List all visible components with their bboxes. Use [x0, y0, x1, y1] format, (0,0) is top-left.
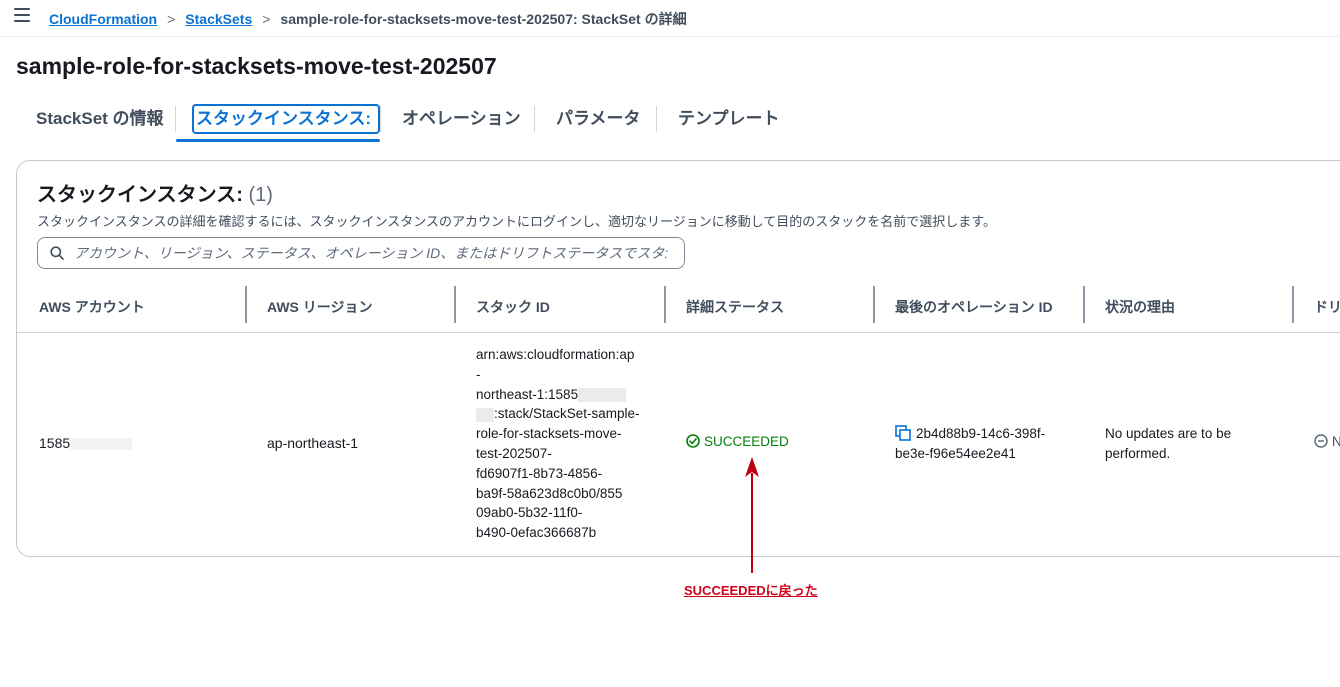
breadcrumb-cloudformation[interactable]: CloudFormation	[49, 11, 157, 27]
annotation-arrow-icon	[745, 457, 759, 573]
column-resize-handle[interactable]	[1292, 286, 1294, 323]
stack-instances-panel: スタックインスタンス: (1) スタックインスタンスの詳細を確認するには、スタッ…	[16, 160, 1340, 557]
redacted-mask	[70, 438, 133, 451]
tab-template[interactable]: テンプレート	[678, 102, 780, 138]
tab-divider	[380, 106, 381, 132]
copy-icon[interactable]	[895, 425, 911, 441]
account-id: 1585	[39, 435, 71, 451]
tab-stack-instances[interactable]: スタックインスタンス:	[196, 102, 371, 138]
tab-stackset-info[interactable]: StackSet の情報	[36, 102, 164, 138]
status-text: SUCCEEDED	[704, 434, 789, 449]
column-header-drift[interactable]: ドリ	[1314, 297, 1340, 317]
active-tab-indicator	[176, 139, 380, 142]
tab-divider	[175, 106, 176, 132]
breadcrumb-current: sample-role-for-stacksets-move-test-2025…	[280, 11, 687, 27]
chevron-right-icon: >	[262, 11, 271, 27]
stack-id-line: role-for-stacksets-move-	[476, 426, 622, 442]
stack-id-line: 09ab0-5b32-11f0-	[476, 505, 583, 521]
column-header-status-reason[interactable]: 状況の理由	[1105, 297, 1175, 317]
tab-bar: StackSet の情報 スタックインスタンス: オペレーション パラメータ テ…	[16, 102, 1340, 142]
cell-operation-id: 2b4d88b9-14c6-398f-be3e-f96e54ee2e41	[895, 424, 1070, 464]
chevron-right-icon: >	[167, 11, 176, 27]
page-title: sample-role-for-stacksets-move-test-2025…	[16, 53, 497, 79]
column-resize-handle[interactable]	[245, 286, 247, 323]
breadcrumb: CloudFormation > StackSets > sample-role-for…	[49, 9, 687, 29]
panel-description: スタックインスタンスの詳細を確認するには、スタックインスタンスのアカウントにログ…	[37, 214, 997, 229]
column-resize-handle[interactable]	[664, 286, 666, 323]
column-header-region[interactable]: AWS リージョン	[267, 297, 373, 317]
panel-title-text: スタックインスタンス:	[37, 184, 243, 206]
hamburger-menu-icon[interactable]	[14, 8, 30, 22]
success-check-icon	[686, 434, 700, 448]
annotation-label: SUCCEEDEDに戻った	[684, 583, 818, 598]
panel-title: スタックインスタンス: (1)	[37, 178, 273, 207]
stack-id-line: fd6907f1-8b73-4856-	[476, 465, 603, 481]
status-indicator: SUCCEEDED	[686, 434, 789, 449]
search-box[interactable]	[37, 237, 685, 269]
tab-parameters[interactable]: パラメータ	[556, 102, 641, 138]
redacted-mask	[476, 407, 494, 422]
breadcrumb-stacksets[interactable]: StackSets	[185, 11, 252, 27]
operation-id-text: 2b4d88b9-14c6-398f-be3e-f96e54ee2e41	[895, 426, 1046, 461]
table-header-divider	[17, 332, 1340, 333]
tab-divider	[656, 106, 657, 132]
redacted-mask	[578, 388, 627, 403]
stack-id-line-text: northeast-1:1585	[476, 386, 579, 402]
column-header-last-operation-id[interactable]: 最後のオペレーション ID	[895, 297, 1053, 317]
stack-id-line: ba9f-58a623d8c0b0/855	[476, 485, 623, 501]
column-resize-handle[interactable]	[1083, 286, 1085, 323]
stack-id-line: :stack/StackSet-sample-	[476, 404, 658, 424]
column-header-account[interactable]: AWS アカウント	[39, 297, 145, 317]
panel-count: (1)	[248, 184, 273, 206]
column-header-detailed-status[interactable]: 詳細ステータス	[686, 297, 784, 317]
stack-id-line: northeast-1:1585	[476, 385, 658, 405]
column-header-stack-id[interactable]: スタック ID	[476, 297, 550, 317]
cell-status-reason: No updates are to be performed.	[1105, 426, 1232, 461]
stack-id-line: -	[476, 366, 481, 382]
column-resize-handle[interactable]	[873, 286, 875, 323]
drift-text: N	[1332, 434, 1340, 449]
tab-operations[interactable]: オペレーション	[402, 102, 521, 138]
search-input[interactable]	[74, 238, 674, 268]
cell-drift: N	[1314, 434, 1340, 449]
cell-stack-id: arn:aws:cloudformation:ap - northeast-1:…	[476, 345, 658, 543]
stack-id-line: arn:aws:cloudformation:ap	[476, 347, 635, 362]
column-resize-handle[interactable]	[454, 286, 456, 323]
cell-account: 1585	[39, 435, 133, 451]
tab-divider	[534, 106, 535, 132]
drift-not-checked-icon	[1314, 434, 1328, 448]
search-icon	[50, 246, 64, 260]
stack-id-line-text: :stack/StackSet-sample-	[494, 406, 640, 422]
stack-id-line: test-202507-	[476, 445, 552, 461]
cell-region: ap-northeast-1	[267, 435, 359, 451]
top-navigation-bar: CloudFormation > StackSets > sample-role-for…	[0, 0, 1340, 37]
stack-id-line: b490-0efac366687b	[476, 525, 597, 541]
